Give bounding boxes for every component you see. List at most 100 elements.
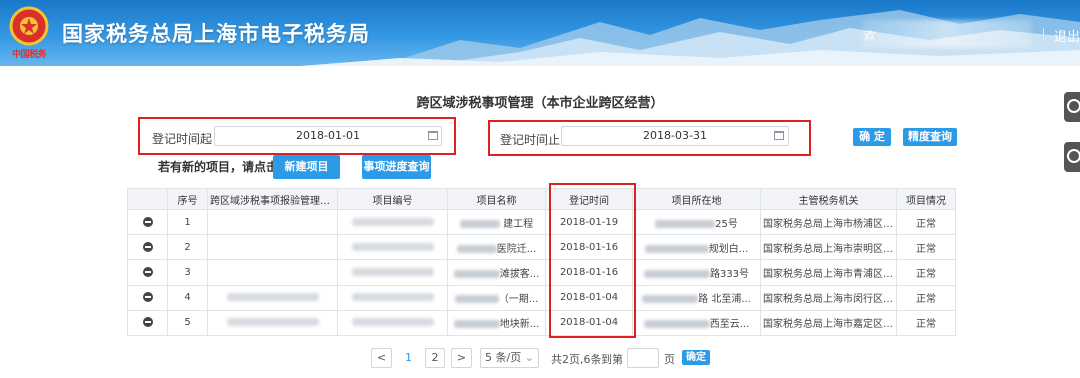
location-cell: 规划白...	[632, 234, 761, 261]
calendar-icon[interactable]	[428, 131, 438, 140]
authority-cell: 国家税务总局上海市杨浦区税务局	[760, 208, 897, 236]
expand-row-icon[interactable]	[142, 317, 153, 328]
goto-confirm-button[interactable]: 确定	[682, 350, 710, 365]
header-divider	[1043, 28, 1044, 42]
report-no-cell	[207, 234, 338, 261]
page-title: 跨区域涉税事项管理（本市企业跨区经营）	[416, 96, 664, 111]
row-seq: 1	[167, 208, 208, 236]
tax-emblem-icon	[9, 6, 49, 46]
page-1-link[interactable]: 1	[405, 351, 412, 364]
report-no-cell	[207, 284, 338, 311]
page-size-select[interactable]: 5 条/页 ⌄	[480, 348, 539, 368]
project-name-text: （一期...	[498, 294, 539, 306]
table-row[interactable]: 5 地块新... 2018-01-04 西至云... 国家税务总局上海市嘉定区税…	[127, 309, 956, 337]
column-header-location: 项目所在地	[632, 188, 761, 210]
report-no-cell	[207, 259, 338, 286]
column-header-status: 项目情况	[896, 188, 956, 210]
page-unit-label: 页	[664, 353, 675, 366]
authority-cell: 国家税务总局上海市闵行区税务局	[760, 284, 897, 311]
goto-page-input[interactable]	[627, 348, 659, 368]
status-cell: 正常	[896, 309, 956, 337]
column-header-authority: 主管税务机关	[760, 188, 897, 210]
precise-query-button[interactable]: 精度查询	[903, 128, 957, 146]
project-name-cell: 地块新...	[447, 309, 546, 337]
project-no-cell	[337, 259, 448, 286]
status-cell: 正常	[896, 234, 956, 261]
confirm-button[interactable]: 确 定	[853, 128, 891, 146]
start-date-value: 2018-01-01	[296, 129, 360, 142]
location-text: 25号	[715, 218, 738, 230]
logout-link[interactable]: 退出	[1054, 26, 1080, 45]
location-cell: 西至云...	[632, 309, 761, 337]
table-row[interactable]: 1 建工程 2018-01-19 25号 国家税务总局上海市杨浦区税务局 正常	[127, 208, 956, 236]
expand-row-icon[interactable]	[142, 241, 153, 252]
project-name-cell: （一期...	[447, 284, 546, 311]
column-header-seq: 序号	[167, 188, 208, 210]
authority-cell: 国家税务总局上海市崇明区税务局	[760, 234, 897, 261]
row-seq: 3	[167, 259, 208, 286]
new-project-hint: 若有新的项目，请点击：	[158, 160, 291, 174]
user-name-redacted	[862, 20, 1032, 48]
location-text: 路 北至浦...	[698, 294, 751, 306]
table-row[interactable]: 4 （一期... 2018-01-04 路 北至浦... 国家税务总局上海市闵行…	[127, 284, 956, 311]
start-date-input[interactable]: 2018-01-01	[214, 126, 442, 146]
project-name-text: 地块新...	[499, 319, 540, 331]
page-summary: 共2页,6条	[551, 353, 602, 366]
expand-row-icon[interactable]	[142, 216, 153, 227]
project-no-cell	[337, 284, 448, 311]
status-cell: 正常	[896, 284, 956, 311]
site-header: 中国税务 国家税务总局上海市电子税务局 欢 退出	[0, 0, 1080, 66]
project-no-cell	[337, 208, 448, 236]
location-text: 西至云...	[709, 319, 750, 331]
location-cell: 路333号	[632, 259, 761, 286]
report-no-cell	[207, 309, 338, 337]
status-cell: 正常	[896, 259, 956, 286]
row-seq: 5	[167, 309, 208, 337]
project-no-cell	[337, 234, 448, 261]
table-header-row: 序号 跨区域涉税事项报验管理编号 项目编号 项目名称 登记时间 项目所在地 主管…	[127, 188, 956, 210]
expand-row-icon[interactable]	[142, 266, 153, 277]
prev-page-button[interactable]: <	[371, 348, 392, 368]
project-name-cell: 滩拔客...	[447, 259, 546, 286]
page-size-value: 5 条/页	[485, 351, 522, 364]
column-header-expand	[127, 188, 168, 210]
project-name-cell: 建工程	[447, 208, 546, 236]
end-date-value: 2018-03-31	[643, 129, 707, 142]
row-seq: 2	[167, 234, 208, 261]
register-date-highlight	[549, 183, 636, 338]
project-name-cell: 医院迁...	[447, 234, 546, 261]
page-2-button[interactable]: 2	[425, 348, 445, 368]
column-header-project-name: 项目名称	[447, 188, 546, 210]
project-name-text: 医院迁...	[496, 243, 537, 255]
calendar-icon[interactable]	[774, 131, 784, 140]
next-page-button[interactable]: >	[451, 348, 472, 368]
column-header-project-no: 项目编号	[337, 188, 448, 210]
emblem-caption: 中国税务	[11, 50, 47, 60]
customer-service-icon[interactable]	[1064, 142, 1080, 172]
goto-label: 到第	[601, 353, 623, 366]
chevron-down-icon: ⌄	[524, 351, 534, 364]
authority-cell: 国家税务总局上海市嘉定区税务局	[760, 309, 897, 337]
location-text: 路333号	[709, 268, 750, 280]
project-name-text: 建工程	[503, 218, 534, 230]
column-header-report-no: 跨区域涉税事项报验管理编号	[207, 188, 338, 210]
expand-row-icon[interactable]	[142, 292, 153, 303]
project-name-text: 滩拔客...	[499, 268, 540, 280]
progress-query-button[interactable]: 事项进度查询	[362, 155, 431, 179]
status-cell: 正常	[896, 208, 956, 236]
site-title: 国家税务总局上海市电子税务局	[62, 22, 370, 46]
project-no-cell	[337, 309, 448, 337]
authority-cell: 国家税务总局上海市青浦区税务局	[760, 259, 897, 286]
table-row[interactable]: 2 医院迁... 2018-01-16 规划白... 国家税务总局上海市崇明区税…	[127, 234, 956, 261]
row-seq: 4	[167, 284, 208, 311]
user-greeting: 欢	[864, 29, 877, 43]
table-row[interactable]: 3 滩拔客... 2018-01-16 路333号 国家税务总局上海市青浦区税务…	[127, 259, 956, 286]
location-text: 规划白...	[708, 243, 749, 255]
help-icon[interactable]	[1064, 92, 1080, 122]
end-date-input[interactable]: 2018-03-31	[561, 126, 789, 146]
location-cell: 路 北至浦...	[632, 284, 761, 311]
project-table: 序号 跨区域涉税事项报验管理编号 项目编号 项目名称 登记时间 项目所在地 主管…	[127, 188, 956, 337]
location-cell: 25号	[632, 208, 761, 236]
new-project-button[interactable]: 新建项目	[273, 155, 340, 179]
report-no-cell	[207, 208, 338, 236]
